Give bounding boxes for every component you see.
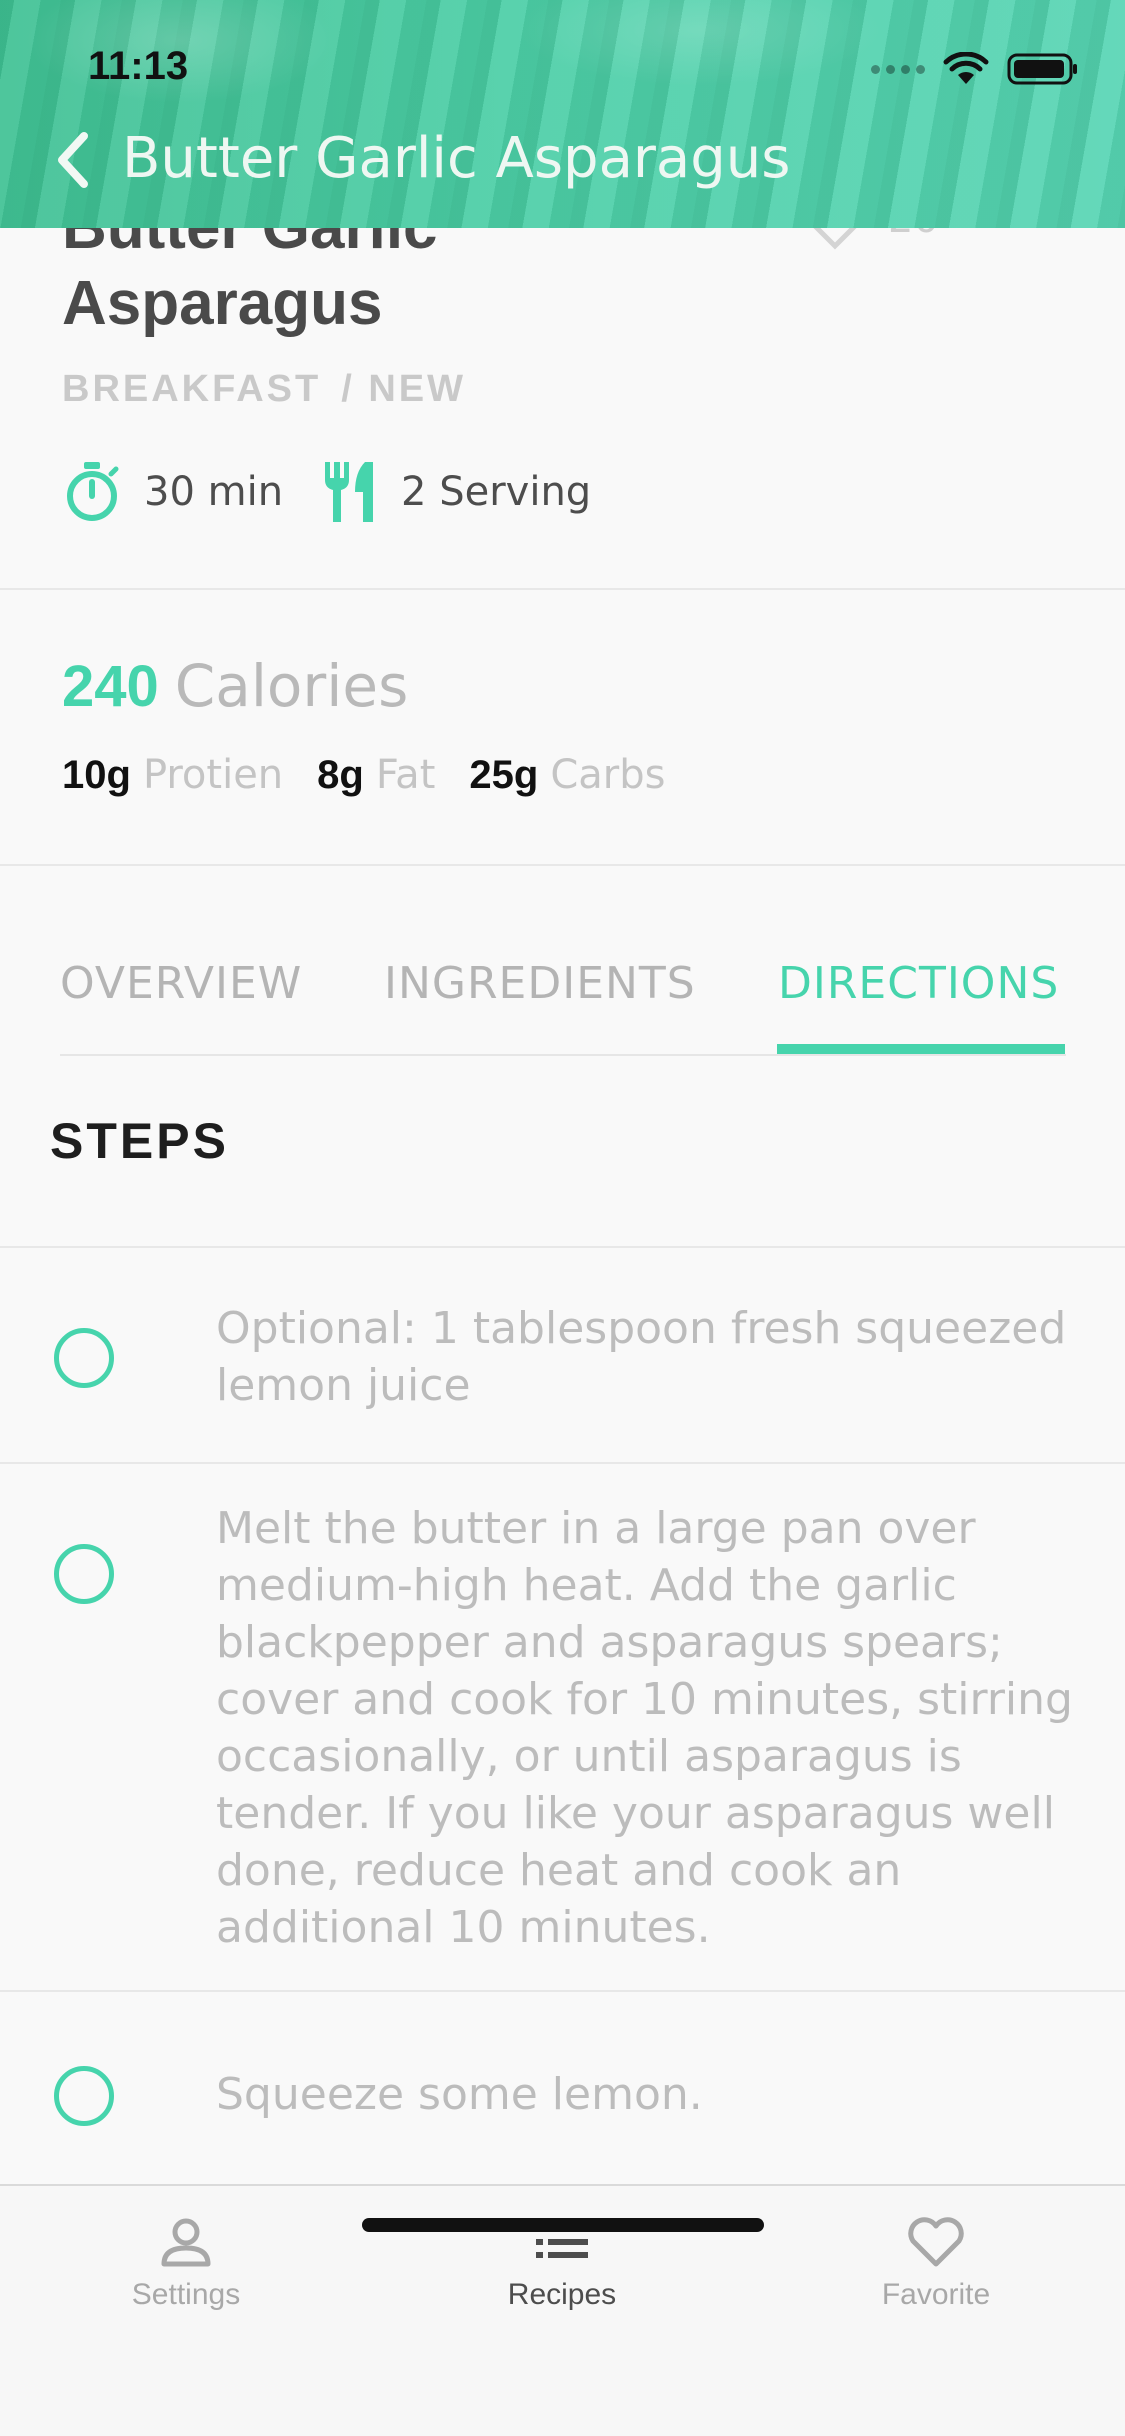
person-icon [161,2218,211,2267]
tabbar-favorite-label: Favorite [881,2278,991,2311]
protein-label: Protien [142,752,284,798]
recipe-tabs: OVERVIEW INGREDIENTS DIRECTIONS [60,940,1066,1056]
tag-label[interactable]: / NEW [341,368,466,411]
step-text: Melt the butter in a large pan over medi… [216,1503,1073,1953]
tab-ingredients[interactable]: INGREDIENTS [384,958,696,1009]
steps-heading: STEPS [50,1113,229,1169]
servings: 2 Serving [401,469,592,515]
step-text: Optional: 1 tablespoon fresh squeezed le… [216,1303,1067,1411]
signal-icon [871,64,925,74]
status-icons [871,52,1079,86]
tabbar-recipes-label: Recipes [507,2278,617,2311]
tabbar-settings-label: Settings [131,2278,241,2311]
carbs-label: Carbs [550,752,666,798]
tab-active-indicator [777,1044,1065,1054]
status-time: 11:13 [88,44,189,88]
stopwatch-icon [67,462,119,521]
nav-title: Butter Garlic Asparagus [122,126,791,191]
cook-time: 30 min [144,469,284,515]
steps-list: Optional: 1 tablespoon fresh squeezed le… [0,1246,1125,2186]
wifi-icon [943,52,989,84]
fat-value: 8g [317,753,364,797]
carbs-value: 25g [469,753,539,797]
tab-directions[interactable]: DIRECTIONS [778,958,1059,1009]
step-checkbox[interactable] [54,1328,114,1388]
step-item: Squeeze some lemon. [0,1990,1125,2186]
nutrition-summary: 240 Calories 10g Protien 8g Fat 25g Carbs [0,592,1125,866]
recipe-category: BREAKFAST / NEW [62,368,466,411]
fat-label: Fat [375,752,436,798]
tab-overview[interactable]: OVERVIEW [60,958,302,1009]
recipe-meta: 30 min 2 Serving [62,460,629,524]
calories-label: Calories [174,652,409,720]
calories-value: 240 [62,654,159,719]
step-checkbox[interactable] [54,2066,114,2126]
tabbar-settings[interactable]: Settings [66,2216,306,2312]
heart-icon [908,2217,964,2267]
calories: 240 Calories [62,652,408,720]
step-text: Squeeze some lemon. [216,2069,703,2120]
back-chevron-icon[interactable] [52,130,92,190]
fork-knife-icon [325,462,374,522]
header-image: 11:13 Butter Garlic Asparagus [0,0,1125,228]
battery-icon [1007,53,1077,85]
step-checkbox[interactable] [54,1544,114,1604]
macros: 10g Protien 8g Fat 25g Carbs [62,752,699,798]
category-label[interactable]: BREAKFAST [62,368,321,411]
tabbar-favorite[interactable]: Favorite [816,2216,1056,2312]
home-indicator [362,2218,764,2232]
protein-value: 10g [62,753,131,797]
step-item: Melt the butter in a large pan over medi… [0,1462,1125,1990]
step-item: Optional: 1 tablespoon fresh squeezed le… [0,1246,1125,1462]
